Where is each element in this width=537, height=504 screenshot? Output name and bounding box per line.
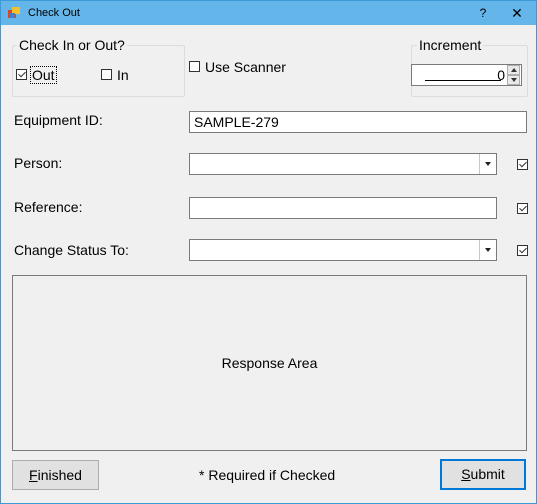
app-icon bbox=[8, 7, 20, 18]
change-status-combobox[interactable] bbox=[189, 239, 497, 261]
use-scanner-checkbox[interactable] bbox=[189, 61, 200, 72]
person-dropdown-icon[interactable] bbox=[479, 154, 496, 174]
increment-underline bbox=[425, 80, 501, 81]
submit-button[interactable]: Submit bbox=[440, 459, 526, 490]
reference-required-checkbox[interactable] bbox=[517, 203, 528, 214]
person-label: Person: bbox=[14, 155, 63, 171]
required-note: * Required if Checked bbox=[199, 467, 336, 483]
equipment-id-input[interactable]: SAMPLE-279 bbox=[189, 111, 527, 133]
in-label[interactable]: In bbox=[117, 67, 129, 83]
reference-label: Reference: bbox=[14, 199, 83, 215]
check-out-window: Check Out ? ✕ Check In or Out? Out In Us… bbox=[0, 0, 537, 504]
person-combobox[interactable] bbox=[189, 153, 497, 175]
reference-input[interactable] bbox=[189, 197, 497, 219]
in-checkbox[interactable] bbox=[101, 69, 112, 80]
increment-up-icon[interactable] bbox=[507, 65, 520, 75]
window-title: Check Out bbox=[28, 7, 80, 19]
title-bar: Check Out ? ✕ bbox=[1, 1, 536, 25]
increment-down-icon[interactable] bbox=[507, 75, 520, 85]
use-scanner-label[interactable]: Use Scanner bbox=[205, 59, 286, 75]
check-in-out-group-title: Check In or Out? bbox=[17, 37, 127, 53]
out-label[interactable]: Out bbox=[30, 66, 57, 84]
person-required-checkbox[interactable] bbox=[517, 159, 528, 170]
response-area: Response Area bbox=[12, 275, 527, 451]
status-required-checkbox[interactable] bbox=[517, 245, 528, 256]
increment-group-title: Increment bbox=[417, 37, 484, 53]
response-area-text: Response Area bbox=[221, 355, 318, 371]
out-checkbox[interactable] bbox=[16, 69, 27, 80]
finished-button[interactable]: Finished bbox=[12, 460, 99, 490]
close-icon[interactable]: ✕ bbox=[503, 3, 531, 23]
increment-spin-buttons bbox=[507, 65, 521, 85]
change-status-dropdown-icon[interactable] bbox=[479, 240, 496, 260]
equipment-id-label: Equipment ID: bbox=[14, 112, 103, 128]
increment-stepper[interactable]: 0 bbox=[411, 64, 522, 86]
change-status-label: Change Status To: bbox=[14, 242, 129, 258]
help-button[interactable]: ? bbox=[471, 3, 495, 23]
